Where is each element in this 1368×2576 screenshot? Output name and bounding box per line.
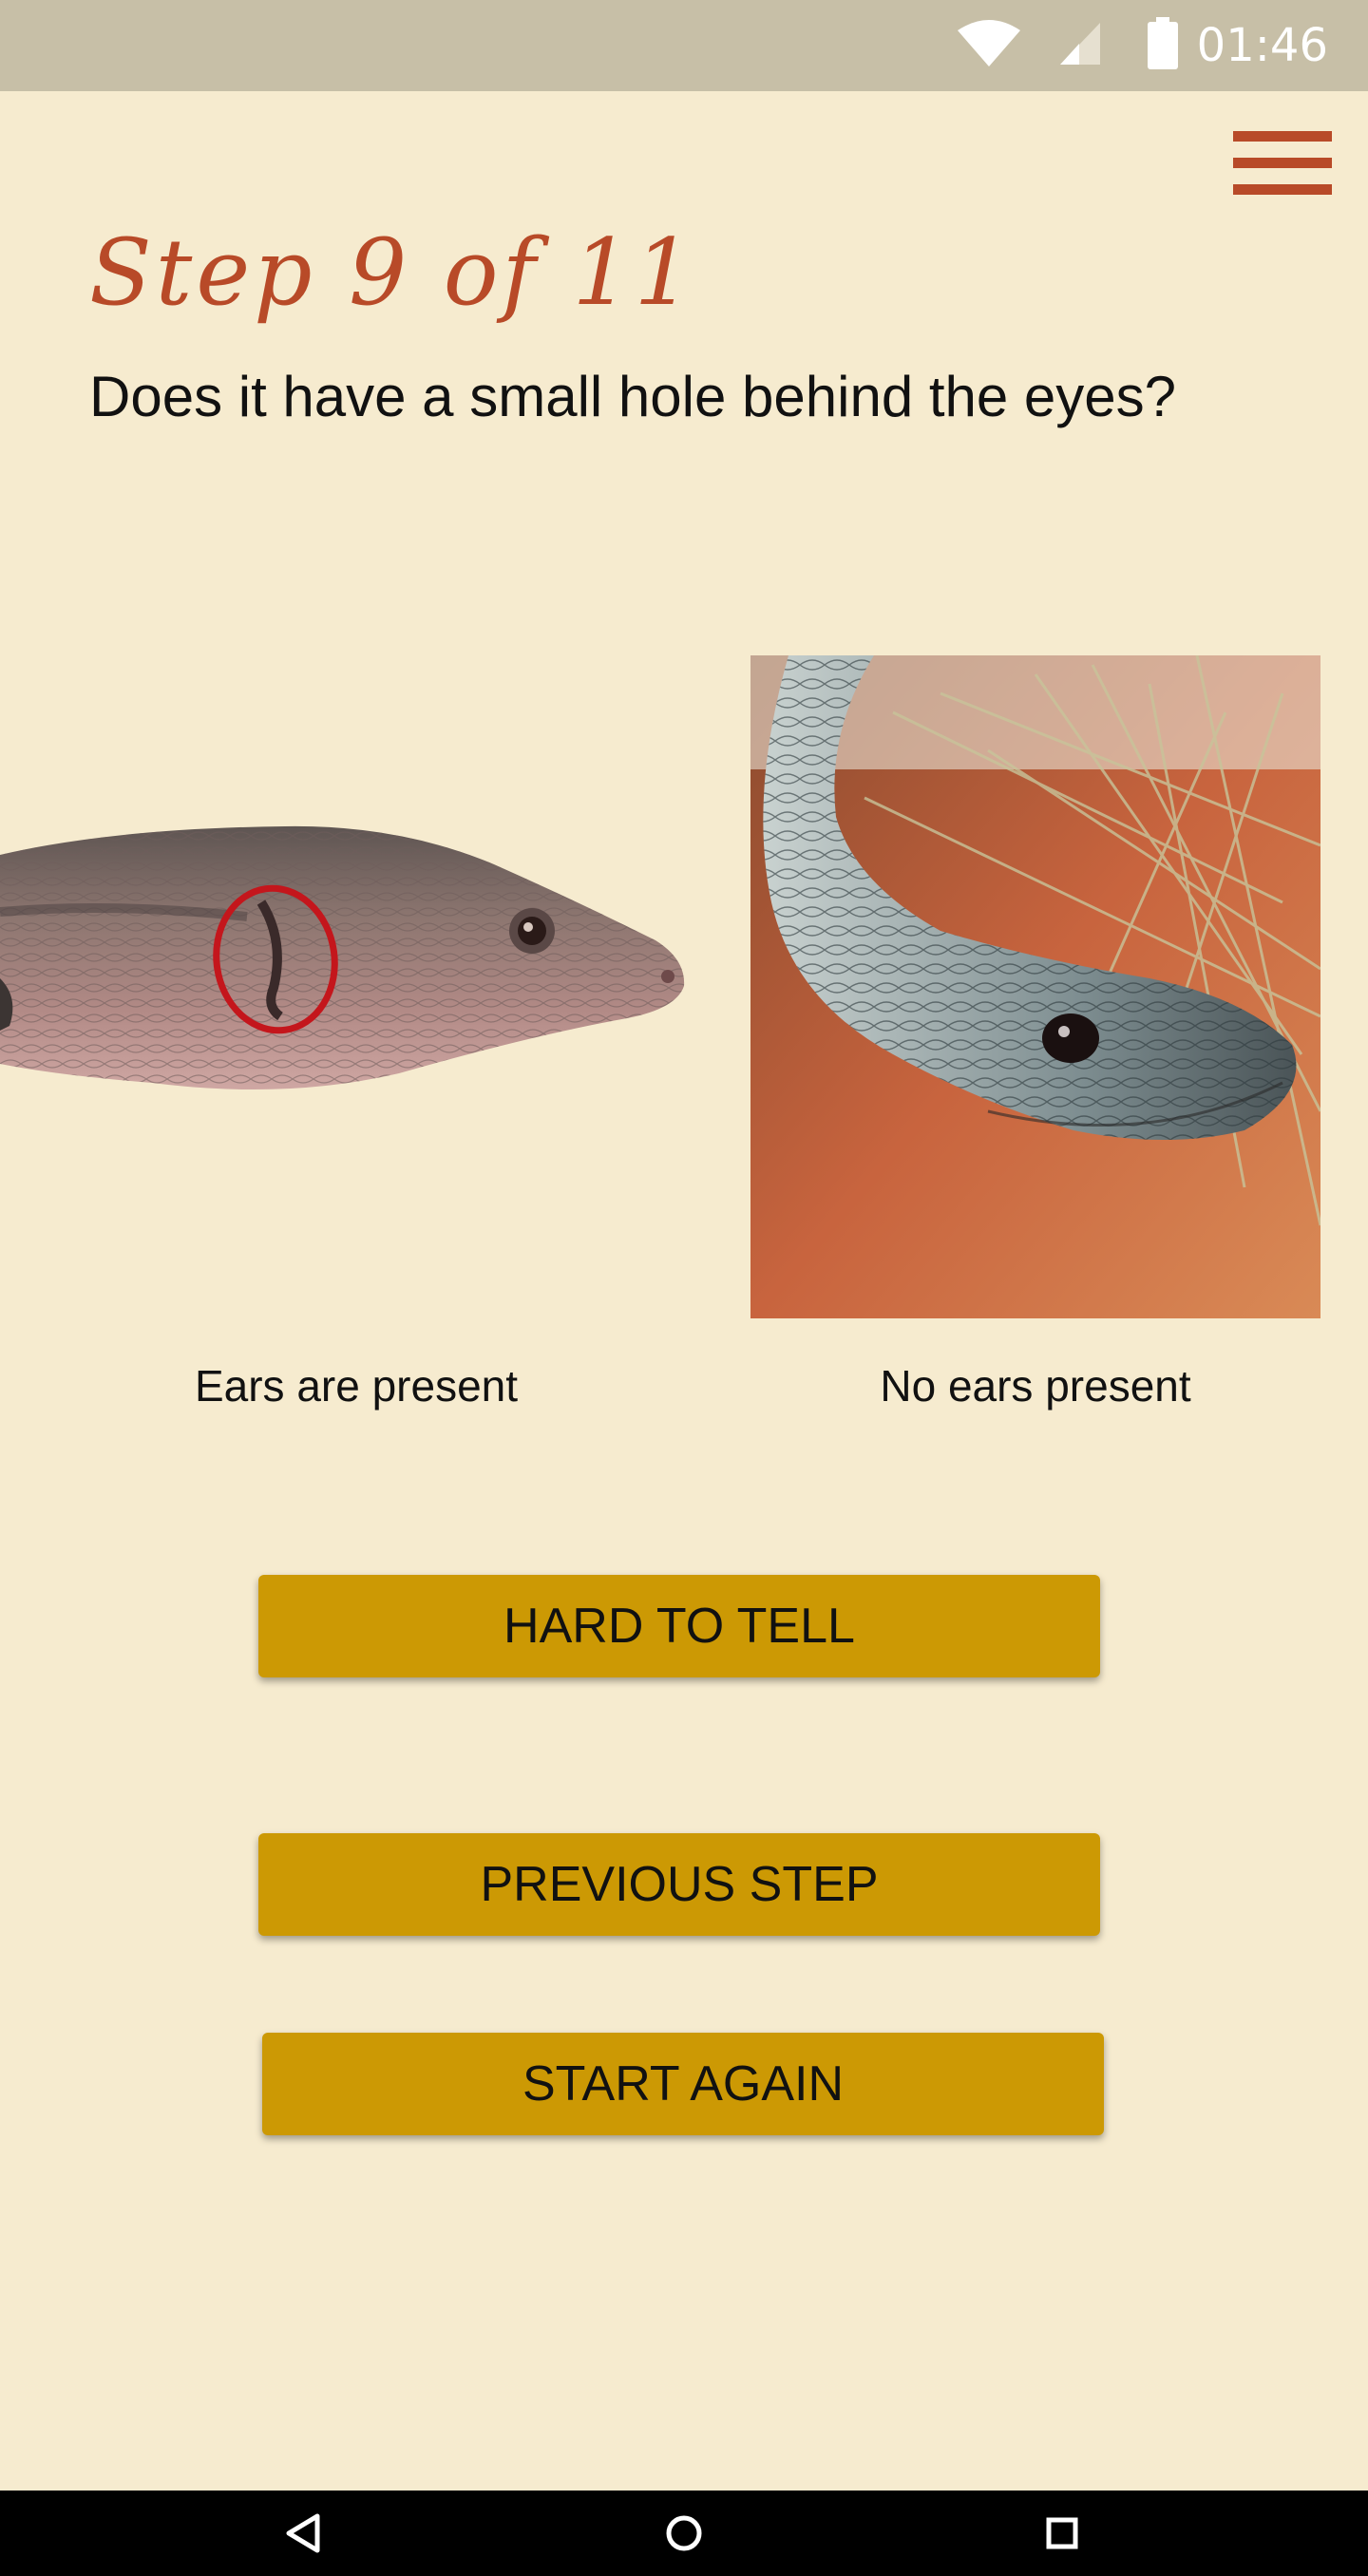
system-nav-bar [0,2491,1368,2576]
status-bar: 01:46 [0,0,1368,91]
menu-bar-bottom [1233,184,1332,195]
wifi-icon [958,20,1020,66]
step-title: Step 9 of 11 [89,219,696,326]
caption-ears-present: Ears are present [194,1361,519,1411]
lizard-head-image [0,825,685,1090]
hard-to-tell-button[interactable]: HARD TO TELL [258,1575,1100,1677]
start-again-button[interactable]: START AGAIN [262,2033,1104,2135]
previous-step-button[interactable]: PREVIOUS STEP [258,1833,1100,1936]
home-circle-icon[interactable] [656,2505,712,2562]
hamburger-menu-icon[interactable] [1233,127,1332,199]
option-ears-present[interactable]: Ears are present [0,655,712,1415]
menu-bar-top [1233,131,1332,142]
recent-apps-square-icon[interactable] [1034,2505,1091,2562]
menu-bar-middle [1233,158,1332,168]
caption-no-ears-present: No ears present [880,1361,1191,1411]
option-no-ears-present[interactable]: No ears present [750,655,1320,1415]
battery-icon [1148,17,1178,69]
question-text: Does it have a small hole behind the eye… [89,365,1177,428]
status-time: 01:46 [1196,19,1328,72]
snake-head-image [750,655,1320,1318]
back-triangle-icon[interactable] [276,2505,332,2562]
cell-signal-icon [1060,23,1100,65]
